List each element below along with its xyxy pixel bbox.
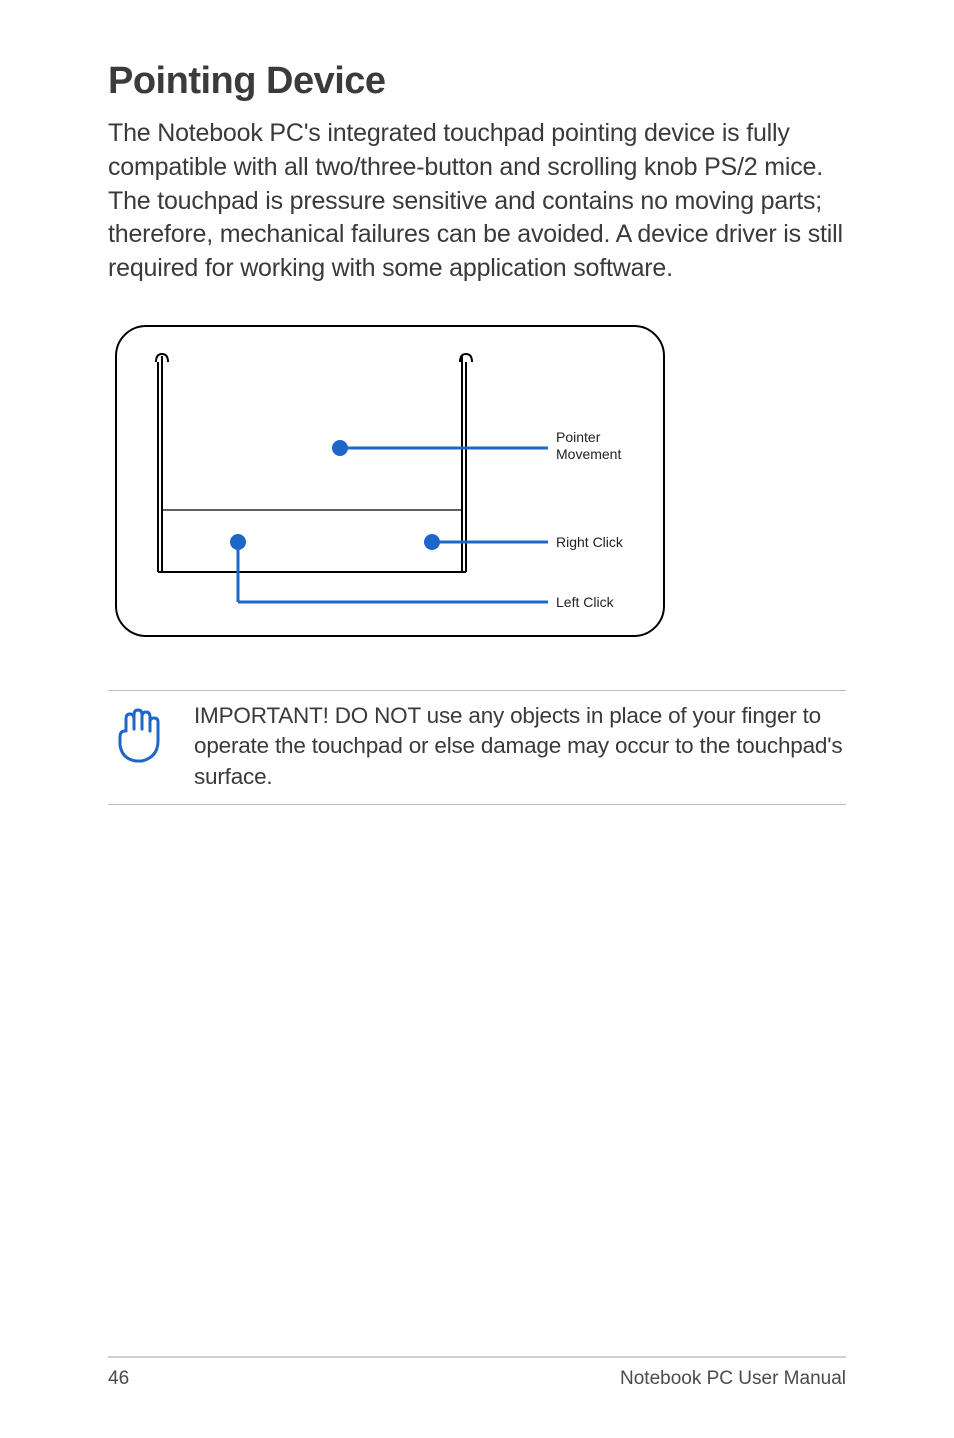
important-note-text: IMPORTANT! DO NOT use any objects in pla… — [194, 701, 846, 792]
diagram-label-left: Left Click — [556, 594, 615, 610]
important-note: IMPORTANT! DO NOT use any objects in pla… — [108, 690, 846, 805]
page-footer: 46 Notebook PC User Manual — [0, 1356, 954, 1390]
diagram-label-right: Right Click — [556, 534, 624, 550]
touchpad-diagram: Pointer Movement Right Click Left Click — [110, 320, 670, 642]
diagram-label-pointer-2: Movement — [556, 446, 621, 462]
manual-title: Notebook PC User Manual — [620, 1368, 846, 1390]
hand-stop-icon — [108, 701, 166, 765]
diagram-label-pointer-1: Pointer — [556, 429, 601, 445]
body-paragraph: The Notebook PC's integrated touchpad po… — [108, 117, 846, 286]
section-heading: Pointing Device — [108, 60, 846, 103]
page-number: 46 — [108, 1368, 129, 1390]
